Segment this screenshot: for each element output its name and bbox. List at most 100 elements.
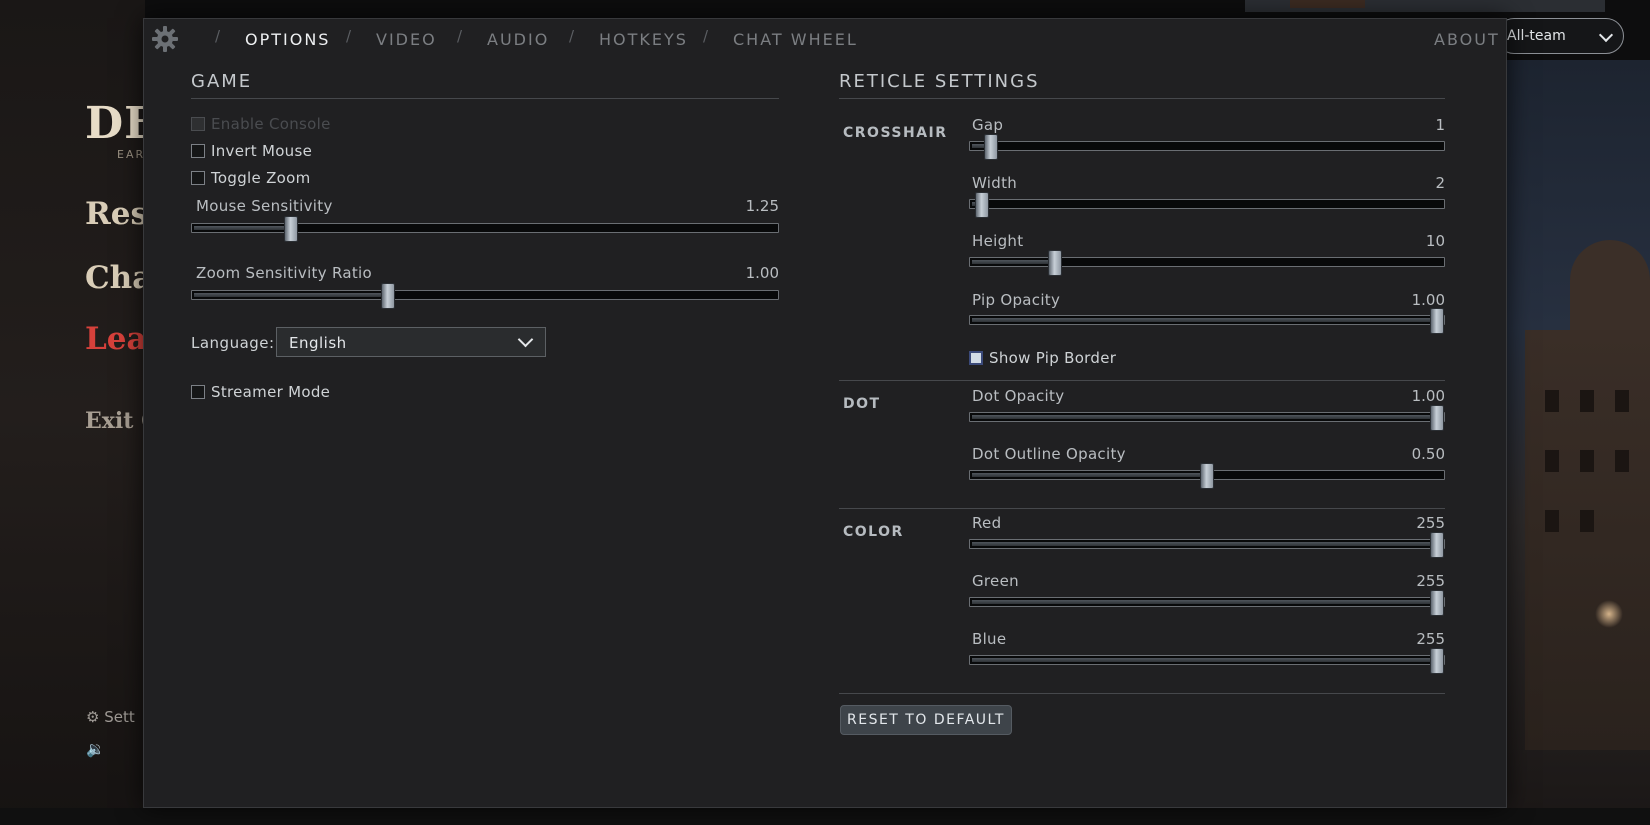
gear-icon[interactable] [151, 25, 179, 53]
slider-handle[interactable] [974, 192, 989, 218]
checkbox-box[interactable] [191, 144, 205, 158]
mouse-sensitivity-value: 1.25 [745, 197, 779, 215]
dot-opacity-label: Dot Opacity [972, 387, 1065, 405]
building-window [1545, 450, 1559, 472]
building-window [1545, 510, 1559, 532]
checkbox-label: Streamer Mode [211, 383, 331, 401]
dot-outline-opacity-label: Dot Outline Opacity [972, 445, 1126, 463]
group-label-dot: DOT [843, 396, 881, 412]
zoom-sensitivity-slider[interactable] [191, 283, 779, 309]
checkbox-box [191, 117, 205, 131]
width-label: Width [972, 174, 1018, 192]
tab-separator: / [457, 27, 463, 45]
language-select[interactable]: English [276, 327, 546, 357]
building-window [1580, 510, 1594, 532]
tab-chat-wheel[interactable]: CHAT WHEEL [733, 30, 858, 49]
building-window [1580, 450, 1594, 472]
street-lamp [1595, 600, 1623, 628]
checkbox-label: Toggle Zoom [211, 169, 311, 187]
tab-separator: / [569, 27, 575, 45]
slider-fill [194, 226, 291, 230]
tab-separator: / [703, 27, 709, 45]
dot-opacity-slider[interactable] [969, 405, 1445, 431]
building-window [1580, 390, 1594, 412]
background-scene-right [1505, 60, 1650, 825]
width-slider[interactable] [969, 192, 1445, 218]
slider-handle[interactable] [1430, 405, 1444, 431]
tab-separator: / [215, 27, 221, 45]
checkbox-box[interactable] [969, 351, 983, 365]
tab-hotkeys[interactable]: HOTKEYS [599, 30, 688, 49]
group-divider [839, 693, 1445, 694]
slider-handle[interactable] [1430, 648, 1444, 674]
reset-to-default-button[interactable]: RESET TO DEFAULT [840, 705, 1012, 735]
chat-channel-value: All-team [1507, 28, 1566, 44]
background-top-strip [1245, 0, 1605, 12]
green-label: Green [972, 572, 1019, 590]
red-value: 255 [1416, 514, 1445, 532]
slider-handle[interactable] [1430, 590, 1444, 616]
tab-about[interactable]: ABOUT [1434, 30, 1500, 49]
checkbox-label: Invert Mouse [211, 142, 313, 160]
slider-fill [972, 600, 1437, 604]
slider-handle[interactable] [983, 134, 998, 160]
group-divider [839, 380, 1445, 381]
section-divider [191, 98, 779, 99]
zoom-sensitivity-value: 1.00 [745, 264, 779, 282]
zoom-sensitivity-label: Zoom Sensitivity Ratio [196, 264, 372, 282]
height-value: 10 [1425, 232, 1445, 250]
blue-slider[interactable] [969, 648, 1445, 674]
slider-handle[interactable] [380, 283, 395, 309]
slider-fill [972, 260, 1056, 264]
tab-video[interactable]: VIDEO [376, 30, 437, 49]
group-divider [839, 508, 1445, 509]
tab-audio[interactable]: AUDIO [487, 30, 549, 49]
gap-slider[interactable] [969, 134, 1445, 160]
pip-opacity-slider[interactable] [969, 308, 1445, 334]
mouse-sensitivity-slider[interactable] [191, 216, 779, 242]
slider-handle[interactable] [1048, 250, 1063, 276]
section-title-game: GAME [191, 71, 253, 92]
slider-fill [972, 318, 1437, 322]
green-slider[interactable] [969, 590, 1445, 616]
pip-opacity-value: 1.00 [1411, 291, 1445, 309]
footer-settings-link[interactable]: ⚙ Sett [86, 708, 135, 726]
language-value: English [289, 334, 347, 352]
mouse-sensitivity-label: Mouse Sensitivity [196, 197, 333, 215]
slider-handle[interactable] [1430, 308, 1444, 334]
dot-outline-opacity-value: 0.50 [1411, 445, 1445, 463]
slider-fill [972, 415, 1437, 419]
footer-audio-icon[interactable]: 🔉 [86, 740, 105, 758]
checkbox-box[interactable] [191, 385, 205, 399]
green-value: 255 [1416, 572, 1445, 590]
slider-handle[interactable] [283, 216, 298, 242]
gap-value: 1 [1435, 116, 1445, 134]
height-slider[interactable] [969, 250, 1445, 276]
height-label: Height [972, 232, 1024, 250]
chevron-down-icon [517, 331, 534, 348]
group-label-crosshair: CROSSHAIR [843, 125, 948, 141]
checkbox-label: Show Pip Border [989, 349, 1117, 367]
slider-fill [972, 542, 1437, 546]
blue-label: Blue [972, 630, 1007, 648]
slider-handle[interactable] [1200, 463, 1214, 489]
red-slider[interactable] [969, 532, 1445, 558]
building-window [1545, 390, 1559, 412]
building-window [1615, 390, 1629, 412]
checkbox-box[interactable] [191, 171, 205, 185]
tab-options[interactable]: OPTIONS [245, 30, 330, 49]
section-title-reticle: RETICLE SETTINGS [839, 71, 1040, 92]
dot-opacity-value: 1.00 [1411, 387, 1445, 405]
chat-channel-select[interactable]: All-team [1496, 18, 1624, 54]
section-divider [839, 98, 1445, 99]
slider-handle[interactable] [1430, 532, 1444, 558]
group-label-color: COLOR [843, 524, 904, 540]
red-label: Red [972, 514, 1002, 532]
menu-item-resume[interactable]: Res [85, 196, 148, 232]
background-bottom-strip [0, 808, 1650, 825]
settings-nav: / OPTIONS / VIDEO / AUDIO / HOTKEYS / CH… [144, 19, 1506, 59]
chevron-down-icon [1598, 27, 1614, 43]
pip-opacity-label: Pip Opacity [972, 291, 1061, 309]
dot-outline-opacity-slider[interactable] [969, 463, 1445, 489]
settings-dialog: / OPTIONS / VIDEO / AUDIO / HOTKEYS / CH… [143, 18, 1507, 808]
